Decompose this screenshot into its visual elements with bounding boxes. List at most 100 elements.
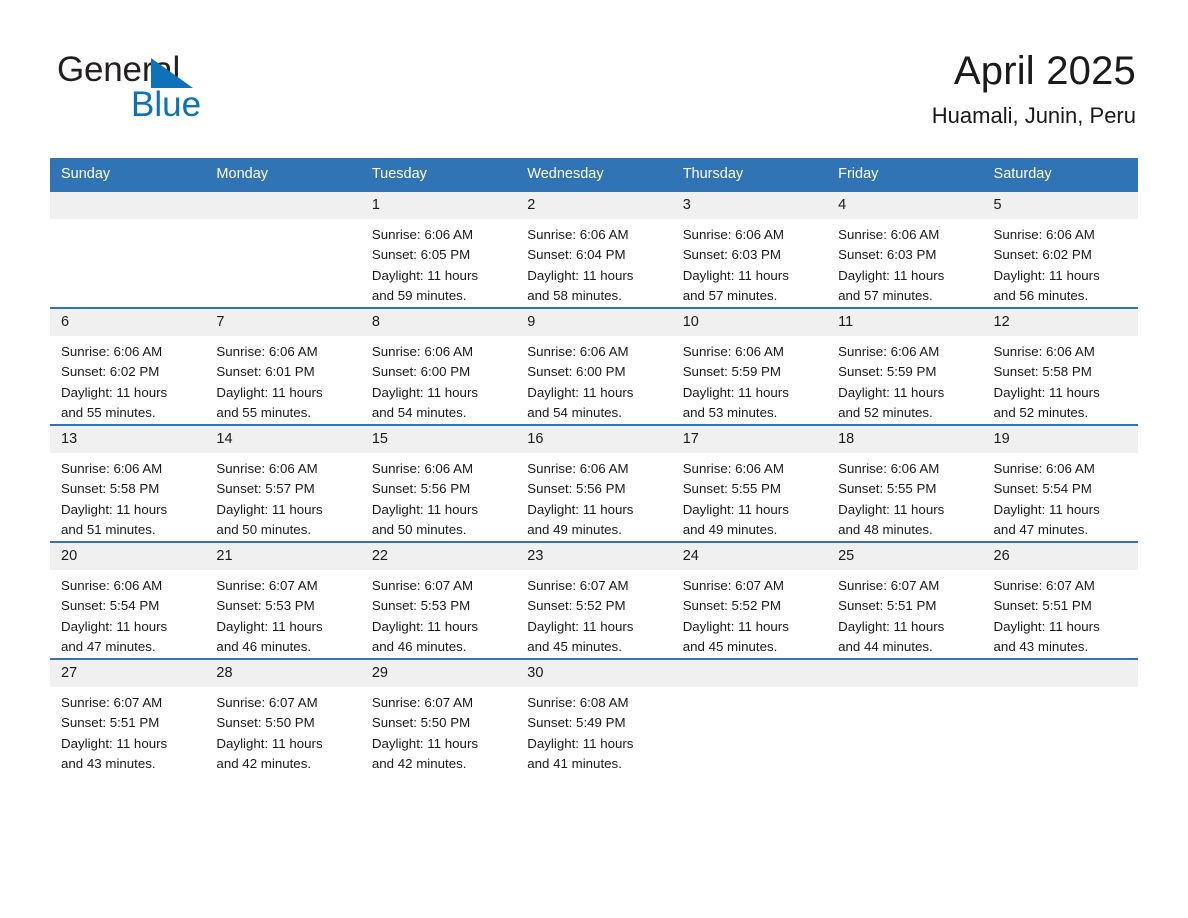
- calendar-day-cell[interactable]: 22 Sunrise: 6:07 AM Sunset: 5:53 PM Dayligh…: [360, 541, 517, 659]
- day-number: 7: [205, 309, 361, 336]
- daylight-text-line2: and 59 minutes.: [371, 287, 467, 303]
- daylight-text-line1: Daylight: 11 hours: [371, 384, 479, 400]
- calendar-day-cell[interactable]: 11 Sunrise: 6:06 AM Sunset: 5:59 PM Dayligh…: [827, 307, 983, 425]
- sunset-text: Sunset: 5:58 PM: [993, 364, 1092, 380]
- sunrise-text: Sunrise: 6:07 AM: [216, 578, 318, 593]
- daylight-text-line2: and 45 minutes.: [682, 638, 778, 654]
- daylight-text-line2: and 41 minutes.: [527, 755, 622, 771]
- daylight-text-line2: and 47 minutes.: [61, 638, 156, 654]
- day-number: 5: [982, 192, 1138, 219]
- sunset-text: Sunset: 5:55 PM: [838, 481, 937, 497]
- calendar-day-cell[interactable]: 10 Sunrise: 6:06 AM Sunset: 5:59 PM Dayligh…: [671, 307, 828, 425]
- day-details: Sunrise: 6:06 AM Sunset: 5:54 PM Daylight:…: [983, 453, 1138, 540]
- calendar-page: General Blue April 2025 Huamali, Junin, …: [0, 0, 1188, 918]
- daylight-text-line1: Daylight: 11 hours: [682, 267, 789, 283]
- page-header: General Blue April 2025 Huamali, Junin, …: [0, 0, 1188, 150]
- daylight-text-line2: and 42 minutes.: [216, 755, 312, 771]
- calendar-day-cell[interactable]: 19 Sunrise: 6:06 AM Sunset: 5:54 PM Dayligh…: [982, 424, 1138, 542]
- sunrise-text: Sunrise: 6:06 AM: [993, 344, 1095, 359]
- sunrise-text: Sunrise: 6:06 AM: [371, 344, 474, 359]
- calendar-day-cell[interactable]: 16 Sunrise: 6:06 AM Sunset: 5:56 PM Dayligh…: [516, 424, 672, 542]
- sunset-text: Sunset: 5:54 PM: [61, 598, 160, 614]
- calendar-header-row: Sunday Monday Tuesday Wednesday Thursday…: [50, 158, 1138, 191]
- weekday-header-monday: Monday: [205, 158, 361, 191]
- daylight-text-line1: Daylight: 11 hours: [527, 501, 634, 517]
- calendar-day-cell[interactable]: 3 Sunrise: 6:06 AM Sunset: 6:03 PM Daylight…: [671, 190, 828, 308]
- sunset-text: Sunset: 6:00 PM: [527, 364, 626, 380]
- calendar-day-cell[interactable]: 6 Sunrise: 6:06 AM Sunset: 6:02 PM Daylight…: [50, 307, 206, 425]
- sunset-text: Sunset: 5:57 PM: [216, 481, 315, 497]
- calendar-day-cell[interactable]: 4 Sunrise: 6:06 AM Sunset: 6:03 PM Daylight…: [827, 190, 983, 308]
- calendar-day-cell[interactable]: 2 Sunrise: 6:06 AM Sunset: 6:04 PM Daylight…: [516, 190, 672, 308]
- weekday-header-saturday: Saturday: [982, 158, 1138, 191]
- sunrise-text: Sunrise: 6:06 AM: [61, 344, 163, 359]
- day-details: Sunrise: 6:06 AM Sunset: 5:59 PM Daylight:…: [672, 336, 827, 423]
- sunset-text: Sunset: 5:58 PM: [61, 481, 160, 497]
- sunrise-text: Sunrise: 6:07 AM: [527, 578, 629, 593]
- calendar-day-cell[interactable]: 14 Sunrise: 6:06 AM Sunset: 5:57 PM Dayligh…: [205, 424, 361, 542]
- sunrise-text: Sunrise: 6:07 AM: [61, 695, 163, 710]
- daylight-text-line1: Daylight: 11 hours: [838, 384, 945, 400]
- calendar-day-cell[interactable]: 24 Sunrise: 6:07 AM Sunset: 5:52 PM Dayligh…: [671, 541, 828, 659]
- daylight-text-line2: and 43 minutes.: [61, 755, 156, 771]
- calendar-grid: Sunday Monday Tuesday Wednesday Thursday…: [50, 158, 1138, 775]
- calendar-day-cell[interactable]: 20 Sunrise: 6:06 AM Sunset: 5:54 PM Dayligh…: [50, 541, 206, 659]
- calendar-day-cell[interactable]: 17 Sunrise: 6:06 AM Sunset: 5:55 PM Dayligh…: [671, 424, 828, 542]
- calendar-day-cell[interactable]: 29 Sunrise: 6:07 AM Sunset: 5:50 PM Dayligh…: [360, 658, 517, 775]
- calendar-day-cell[interactable]: 30 Sunrise: 6:08 AM Sunset: 5:49 PM Dayligh…: [516, 658, 672, 775]
- daylight-text-line1: Daylight: 11 hours: [993, 267, 1100, 283]
- daylight-text-line2: and 53 minutes.: [682, 404, 778, 420]
- calendar-day-cell[interactable]: 12 Sunrise: 6:06 AM Sunset: 5:58 PM Dayligh…: [982, 307, 1138, 425]
- sunrise-text: Sunrise: 6:07 AM: [371, 695, 474, 710]
- sunrise-text: Sunrise: 6:06 AM: [682, 344, 784, 359]
- daylight-text-line1: Daylight: 11 hours: [61, 735, 168, 751]
- day-details: Sunrise: 6:06 AM Sunset: 6:01 PM Daylight:…: [205, 336, 360, 423]
- calendar-day-cell[interactable]: 25 Sunrise: 6:07 AM Sunset: 5:51 PM Dayligh…: [827, 541, 983, 659]
- daylight-text-line1: Daylight: 11 hours: [371, 267, 479, 283]
- calendar-day-cell[interactable]: 21 Sunrise: 6:07 AM Sunset: 5:53 PM Dayligh…: [205, 541, 361, 659]
- sunset-text: Sunset: 5:51 PM: [61, 715, 160, 731]
- day-details: Sunrise: 6:07 AM Sunset: 5:51 PM Daylight:…: [50, 687, 205, 774]
- sunset-text: Sunset: 6:02 PM: [61, 364, 160, 380]
- day-number: 19: [982, 426, 1138, 453]
- logo-triangle-icon: [151, 58, 193, 88]
- daylight-text-line2: and 49 minutes.: [682, 521, 778, 537]
- daylight-text-line1: Daylight: 11 hours: [682, 384, 789, 400]
- day-details: Sunrise: 6:07 AM Sunset: 5:51 PM Daylight:…: [983, 570, 1138, 657]
- calendar-empty-cell: [827, 658, 983, 775]
- calendar-day-cell[interactable]: 9 Sunrise: 6:06 AM Sunset: 6:00 PM Daylight…: [516, 307, 672, 425]
- calendar-day-cell[interactable]: 26 Sunrise: 6:07 AM Sunset: 5:51 PM Dayligh…: [982, 541, 1138, 659]
- weekday-header-sunday: Sunday: [50, 158, 206, 191]
- calendar-day-cell[interactable]: 28 Sunrise: 6:07 AM Sunset: 5:50 PM Dayligh…: [205, 658, 361, 775]
- calendar-day-cell[interactable]: 5 Sunrise: 6:06 AM Sunset: 6:02 PM Daylight…: [982, 190, 1138, 308]
- sunrise-text: Sunrise: 6:08 AM: [527, 695, 629, 710]
- calendar-day-cell[interactable]: 7 Sunrise: 6:06 AM Sunset: 6:01 PM Daylight…: [205, 307, 361, 425]
- calendar-day-cell[interactable]: 1 Sunrise: 6:06 AM Sunset: 6:05 PM Daylight…: [360, 190, 517, 308]
- day-details: Sunrise: 6:06 AM Sunset: 5:57 PM Daylight:…: [205, 453, 360, 540]
- sunset-text: Sunset: 5:51 PM: [993, 598, 1092, 614]
- sunrise-text: Sunrise: 6:06 AM: [371, 227, 474, 242]
- day-details: Sunrise: 6:06 AM Sunset: 6:00 PM Daylight:…: [361, 336, 516, 423]
- calendar-day-cell[interactable]: 15 Sunrise: 6:06 AM Sunset: 5:56 PM Dayligh…: [360, 424, 517, 542]
- day-details: Sunrise: 6:06 AM Sunset: 5:55 PM Daylight:…: [827, 453, 982, 540]
- daylight-text-line2: and 55 minutes.: [216, 404, 312, 420]
- sunset-text: Sunset: 5:59 PM: [838, 364, 937, 380]
- day-number: 21: [205, 543, 361, 570]
- sunrise-text: Sunrise: 6:07 AM: [682, 578, 784, 593]
- calendar-day-cell[interactable]: 18 Sunrise: 6:06 AM Sunset: 5:55 PM Dayligh…: [827, 424, 983, 542]
- sunset-text: Sunset: 6:00 PM: [371, 364, 471, 380]
- daylight-text-line2: and 42 minutes.: [371, 755, 467, 771]
- sunrise-text: Sunrise: 6:06 AM: [993, 461, 1095, 476]
- calendar-day-cell[interactable]: 8 Sunrise: 6:06 AM Sunset: 6:00 PM Daylight…: [360, 307, 517, 425]
- sunset-text: Sunset: 5:54 PM: [993, 481, 1092, 497]
- day-details: Sunrise: 6:06 AM Sunset: 6:00 PM Daylight:…: [516, 336, 671, 423]
- calendar-day-cell[interactable]: 27 Sunrise: 6:07 AM Sunset: 5:51 PM Dayligh…: [50, 658, 206, 775]
- day-number: 26: [982, 543, 1138, 570]
- calendar-day-cell[interactable]: 13 Sunrise: 6:06 AM Sunset: 5:58 PM Dayligh…: [50, 424, 206, 542]
- day-number: [982, 660, 1138, 687]
- calendar-day-cell[interactable]: 23 Sunrise: 6:07 AM Sunset: 5:52 PM Dayligh…: [516, 541, 672, 659]
- day-number: 14: [205, 426, 361, 453]
- sunset-text: Sunset: 5:59 PM: [682, 364, 781, 380]
- daylight-text-line1: Daylight: 11 hours: [371, 501, 479, 517]
- day-details: Sunrise: 6:07 AM Sunset: 5:52 PM Daylight:…: [516, 570, 671, 657]
